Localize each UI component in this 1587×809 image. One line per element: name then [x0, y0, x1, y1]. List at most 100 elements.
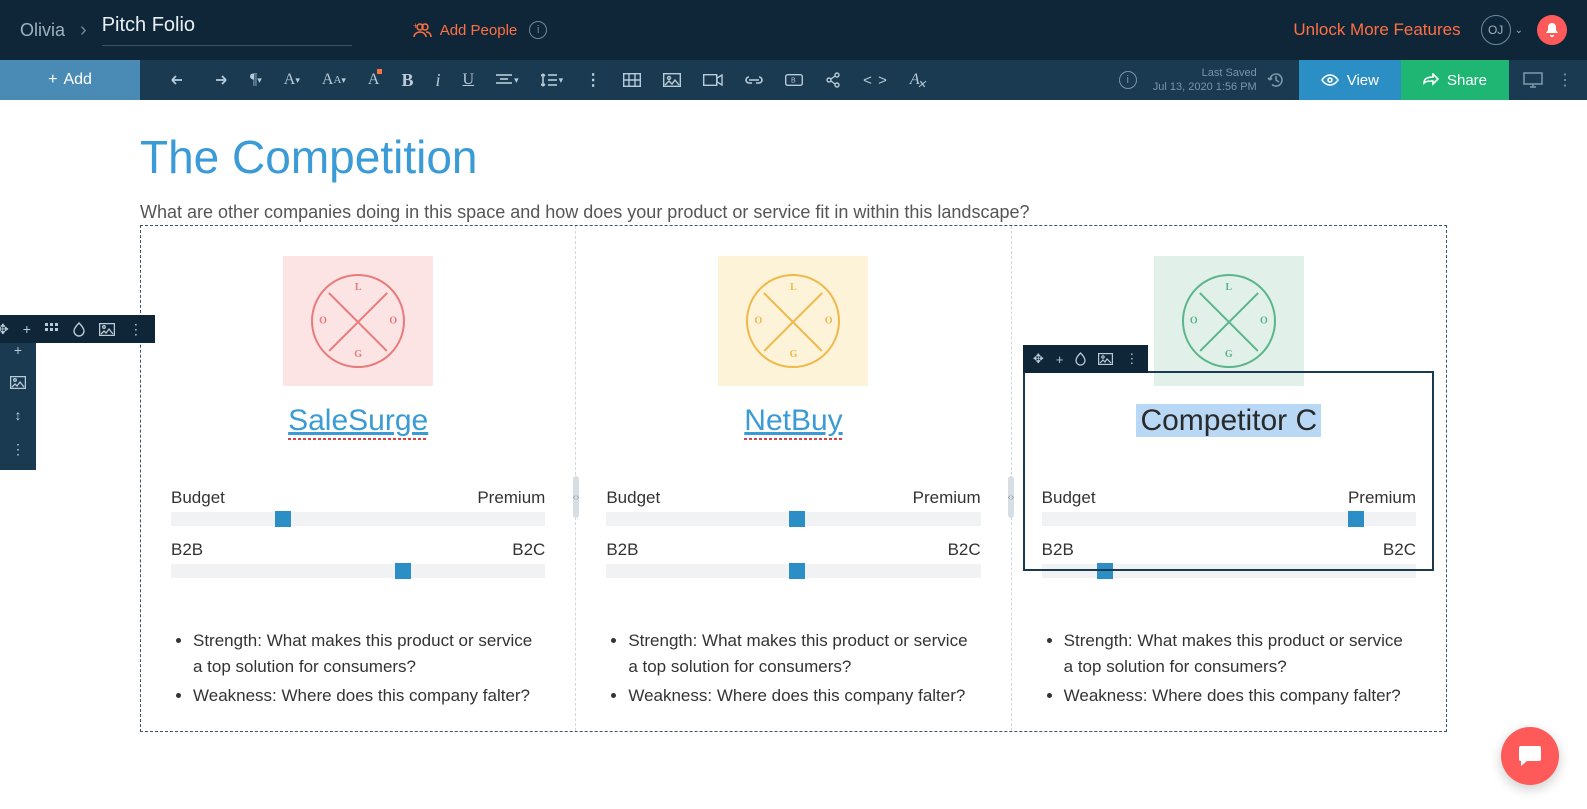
competitor-column: LOGONetBuyBudgetPremiumB2BB2CStrength: W… [576, 226, 1011, 731]
video-icon[interactable] [703, 73, 723, 87]
note-item[interactable]: Strength: What makes this product or ser… [193, 628, 545, 681]
svg-text:+: + [413, 22, 418, 31]
competitor-notes[interactable]: Strength: What makes this product or ser… [606, 628, 980, 709]
slider-row: B2BB2C [171, 540, 545, 578]
column-divider-handle[interactable]: ‹› [1008, 476, 1014, 518]
link-icon[interactable] [745, 75, 763, 85]
breadcrumb-chevron-icon: › [80, 19, 87, 42]
line-spacing-icon[interactable]: ▾ [541, 73, 564, 87]
grid-block-toolbar: ✥ + ⋮ [0, 315, 155, 343]
paragraph-style-icon[interactable]: ¶ ▾ [250, 71, 262, 89]
more-text-icon[interactable]: ⋮ [585, 70, 601, 90]
last-saved-time: Jul 13, 2020 1:56 PM [1153, 80, 1257, 94]
user-name[interactable]: Olivia [20, 20, 65, 41]
add-label: Add [63, 71, 91, 89]
slider-label-left: B2B [1042, 540, 1074, 560]
code-icon[interactable]: < > [863, 72, 888, 89]
align-icon[interactable]: ▾ [496, 74, 519, 86]
slider-label-right: Premium [913, 488, 981, 508]
clear-format-icon[interactable]: A✕ [910, 71, 920, 89]
chat-fab[interactable] [1501, 727, 1559, 785]
font-size-icon[interactable]: AA ▾ [322, 71, 346, 89]
slider-thumb[interactable] [275, 511, 291, 527]
page-heading[interactable]: The Competition [140, 130, 1447, 184]
page-subtitle[interactable]: What are other companies doing in this s… [140, 202, 1447, 223]
unlock-features-link[interactable]: Unlock More Features [1293, 20, 1460, 40]
competitor-grid: LOGOSaleSurgeBudgetPremiumB2BB2CStrength… [140, 225, 1447, 732]
sel-more-icon[interactable]: ⋮ [1125, 351, 1138, 367]
share-arrow-icon [1423, 73, 1439, 87]
note-item[interactable]: Weakness: Where does this company falter… [193, 683, 545, 709]
competitor-name[interactable]: Competitor C [1136, 404, 1321, 437]
share-label: Share [1447, 72, 1487, 89]
slider-thumb[interactable] [1348, 511, 1364, 527]
present-icon[interactable] [1509, 72, 1557, 88]
grid-more-icon[interactable]: ⋮ [129, 321, 143, 338]
competitor-logo[interactable]: LOGO [283, 256, 433, 386]
add-people-button[interactable]: + Add People [412, 22, 518, 39]
grid-columns-icon[interactable] [45, 323, 59, 335]
grid-image-icon[interactable] [99, 323, 115, 336]
underline-icon[interactable]: U [463, 71, 475, 89]
slider-label-left: Budget [1042, 488, 1096, 508]
user-menu-caret-icon[interactable]: ⌄ [1515, 25, 1523, 36]
column-divider-handle[interactable]: ‹› [573, 476, 579, 518]
history-icon[interactable] [1267, 71, 1285, 89]
user-avatar[interactable]: OJ [1481, 15, 1511, 45]
sel-image-icon[interactable] [1098, 353, 1113, 365]
grid-add-icon[interactable]: + [23, 321, 31, 337]
move-icon[interactable]: ✥ [0, 321, 9, 338]
competitor-name[interactable]: SaleSurge [288, 404, 428, 437]
bold-icon[interactable]: B [401, 70, 413, 91]
table-icon[interactable] [623, 73, 641, 87]
slider-thumb[interactable] [789, 563, 805, 579]
note-item[interactable]: Strength: What makes this product or ser… [628, 628, 980, 681]
font-family-icon[interactable]: A ▾ [284, 71, 300, 89]
note-item[interactable]: Weakness: Where does this company falter… [1064, 683, 1416, 709]
slider-label-left: B2B [606, 540, 638, 560]
redo-icon[interactable] [210, 74, 228, 86]
selection-toolbar: ✥ + ⋮ [1023, 345, 1149, 373]
slider-label-right: B2C [512, 540, 545, 560]
undo-icon[interactable] [170, 74, 188, 86]
competitor-notes[interactable]: Strength: What makes this product or ser… [171, 628, 545, 709]
slider-track[interactable] [171, 564, 545, 578]
info-icon[interactable]: i [529, 21, 547, 39]
sel-move-icon[interactable]: ✥ [1033, 351, 1044, 367]
plus-icon: + [48, 71, 57, 89]
slider-row: B2BB2C [1042, 540, 1416, 578]
image-icon[interactable] [663, 73, 681, 87]
competitor-logo[interactable]: LOGO [1154, 256, 1304, 386]
add-people-icon: + [412, 22, 432, 38]
view-button[interactable]: View [1299, 60, 1401, 100]
slider-track[interactable] [606, 512, 980, 526]
more-menu-icon[interactable]: ⋮ [1557, 70, 1587, 90]
toolbar-info-icon[interactable]: i [1119, 71, 1137, 89]
notification-button[interactable] [1537, 15, 1567, 45]
note-item[interactable]: Weakness: Where does this company falter… [628, 683, 980, 709]
competitor-column: LOGOCompetitor CBudgetPremiumB2BB2CStren… [1012, 226, 1446, 731]
note-item[interactable]: Strength: What makes this product or ser… [1064, 628, 1416, 681]
sel-color-icon[interactable] [1075, 352, 1086, 366]
slider-thumb[interactable] [395, 563, 411, 579]
last-saved-label: Last Saved [1153, 66, 1257, 80]
competitor-name[interactable]: NetBuy [744, 404, 842, 437]
share-node-icon[interactable] [825, 72, 841, 88]
competitor-logo[interactable]: LOGO [718, 256, 868, 386]
button-block-icon[interactable]: B [785, 74, 803, 86]
slider-thumb[interactable] [1097, 563, 1113, 579]
sel-add-icon[interactable]: + [1056, 352, 1064, 367]
slider-track[interactable] [171, 512, 545, 526]
slider-track[interactable] [1042, 564, 1416, 578]
share-button[interactable]: Share [1401, 60, 1509, 100]
text-color-icon[interactable]: A [368, 71, 380, 89]
slider-thumb[interactable] [789, 511, 805, 527]
doc-title-input[interactable]: Pitch Folio [102, 14, 352, 46]
slider-row: BudgetPremium [171, 488, 545, 526]
italic-icon[interactable]: i [436, 70, 441, 91]
grid-color-icon[interactable] [73, 322, 85, 337]
add-block-button[interactable]: + Add [0, 60, 140, 100]
slider-track[interactable] [1042, 512, 1416, 526]
slider-track[interactable] [606, 564, 980, 578]
competitor-notes[interactable]: Strength: What makes this product or ser… [1042, 628, 1416, 709]
